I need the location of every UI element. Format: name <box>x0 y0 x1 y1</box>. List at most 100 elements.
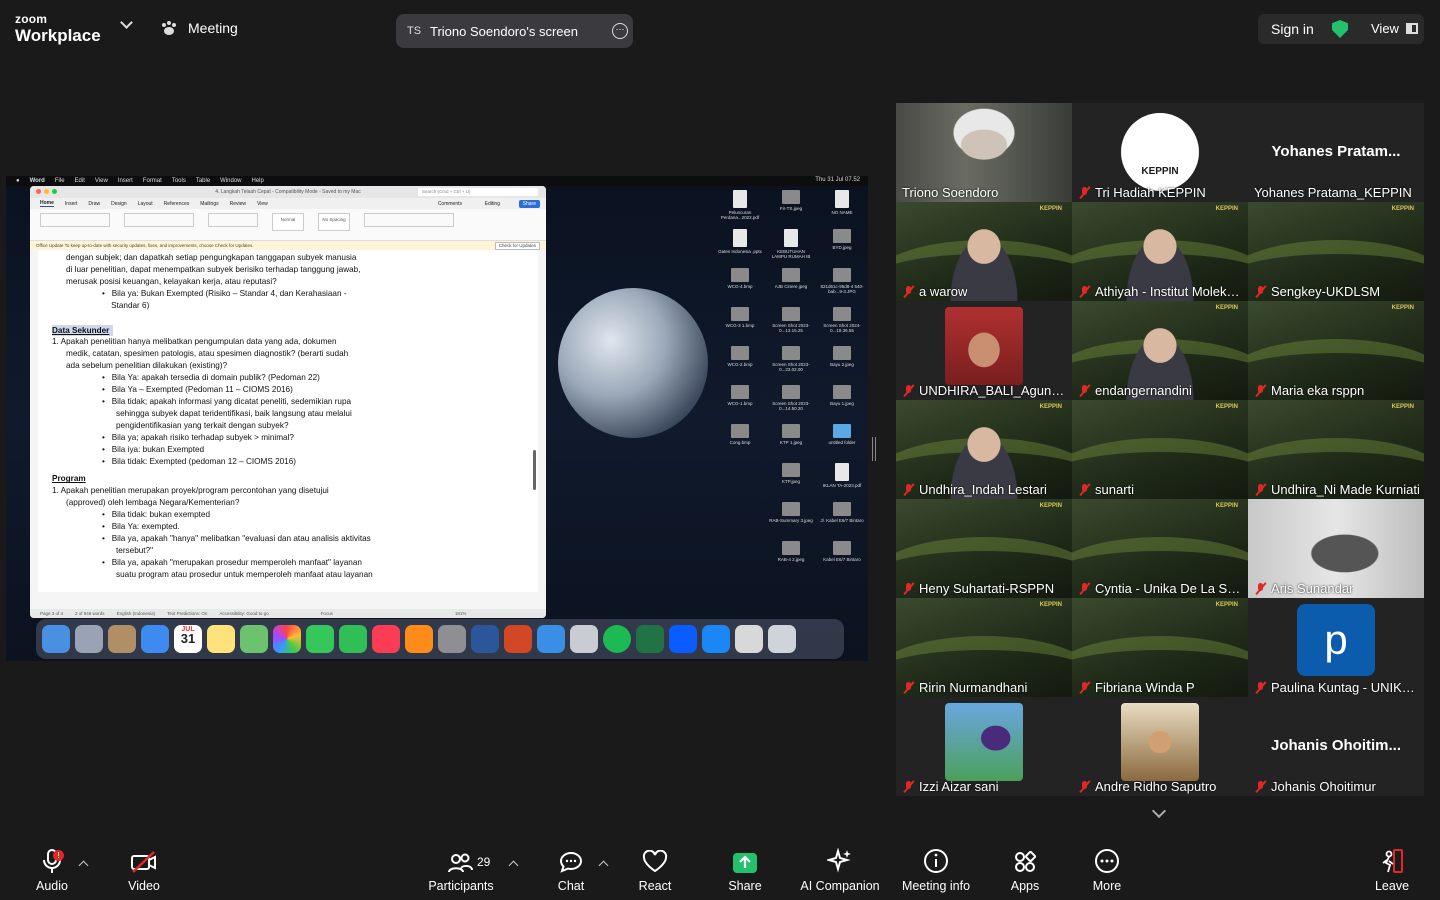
mic-muted-icon <box>902 582 915 595</box>
mac-dock: JUL 31 <box>36 619 844 659</box>
participant-name: Ririn Nurmandhani <box>919 680 1028 695</box>
participant-tile[interactable]: KEPPIN Tri Hadiah KEPPIN <box>1072 103 1248 202</box>
file-icon <box>731 424 749 438</box>
participant-name: Fibriana Winda P <box>1095 680 1195 695</box>
participant-tile[interactable]: KEPPIN endangernandini <box>1072 301 1248 400</box>
chat-button[interactable]: Chat <box>548 842 594 900</box>
participant-tile[interactable]: KEPPIN Fibriana Winda P <box>1072 598 1248 697</box>
participant-nameplate: Heny Suhartati-RSPPN <box>902 581 1068 596</box>
participant-name: Andre Ridho Saputro <box>1095 779 1217 794</box>
participant-nameplate: sunarti <box>1078 482 1244 497</box>
participant-tile[interactable]: p Paulina Kuntag - UNIKA ... <box>1248 598 1424 697</box>
participant-tile[interactable]: KEPPIN Ririn Nurmandhani <box>896 598 1072 697</box>
participant-name: Maria eka rsppn <box>1271 383 1365 398</box>
participant-tile[interactable]: KEPPIN Undhira_Indah Lestari <box>896 400 1072 499</box>
brand-line2: Workplace <box>15 26 101 45</box>
participant-tile[interactable]: KEPPIN Sengkey-UKDLSM <box>1248 202 1424 301</box>
word-tab: Mailings <box>200 200 219 207</box>
audio-button[interactable]: Audio ! <box>28 842 76 900</box>
participant-tile[interactable]: KEPPIN a warow <box>896 202 1072 301</box>
participants-options-caret[interactable] <box>508 860 519 871</box>
audio-options-caret[interactable] <box>78 860 89 871</box>
participant-name: Cyntia - Unika De La Sall... <box>1095 581 1244 596</box>
chat-options-caret[interactable] <box>598 860 609 871</box>
desktop-file: Bayu 2.jpeg <box>820 346 864 367</box>
participant-tile[interactable]: Johanis Ohoitim... Johanis Ohoitimur <box>1248 697 1424 796</box>
participant-tile[interactable]: KEPPIN sunarti <box>1072 400 1248 499</box>
participant-tile[interactable]: Triono Soendoro <box>896 103 1072 202</box>
zoom-workplace-logo[interactable]: zoom Workplace <box>15 13 101 44</box>
screen-share-indicator[interactable]: TS Triono Soendoro's screen ··· <box>396 14 633 48</box>
file-label: RAB-4 2.jpeg <box>777 557 805 562</box>
participant-tile[interactable]: KEPPIN Heny Suhartati-RSPPN <box>896 499 1072 598</box>
mic-muted-icon <box>1078 483 1091 496</box>
participant-tile[interactable]: Yohanes Pratam... Yohanes Pratama_KEPPIN <box>1248 103 1424 202</box>
more-options-icon[interactable]: ··· <box>612 23 628 39</box>
doc-line: merusak posisi keuangan, kelayakan kerja… <box>66 276 277 286</box>
doc-bullet-text: Bila ya; apakah risiko terhadap subyek >… <box>111 432 294 442</box>
file-label: 821d61c-95d8-4 540-bab...9-3.JPG <box>820 284 864 294</box>
meeting-menu[interactable]: Meeting <box>160 20 238 36</box>
react-button[interactable]: React <box>632 842 678 900</box>
participant-tile[interactable]: Andre Ridho Saputro <box>1072 697 1248 796</box>
mac-menubar: ● Word File Edit View Insert Format Tool… <box>6 176 868 186</box>
participant-tile[interactable]: KEPPIN Cyntia - Unika De La Sall... <box>1072 499 1248 598</box>
desktop-file: WCG-3 1.bmp <box>718 307 762 328</box>
participant-nameplate: Fibriana Winda P <box>1078 680 1244 695</box>
photos-icon <box>273 625 301 653</box>
chevron-down-icon[interactable] <box>1151 803 1167 819</box>
doc-line: • Bila iya: bukan Exempted <box>102 444 205 454</box>
desktop-file: Fir-TS.jpeg <box>769 190 813 211</box>
apps-button[interactable]: Apps <box>1002 842 1048 900</box>
leave-button[interactable]: Leave <box>1369 842 1415 900</box>
contacts-icon <box>108 625 136 653</box>
desktop-file: Kabel E6/7 Bintaro <box>820 541 864 562</box>
more-button[interactable]: More <box>1084 842 1130 900</box>
doc-line: (approved) oleh lembaga Negara/Kementeri… <box>66 498 240 508</box>
participant-tile[interactable]: Aris Sunandar <box>1248 499 1424 598</box>
leave-label: Leave <box>1374 879 1410 893</box>
desktop-file: NO NAME <box>820 190 864 215</box>
participant-tile[interactable]: Izzi Aizar sani <box>896 697 1072 796</box>
participant-nameplate: Undhira_Ni Made Kurniati <box>1254 482 1420 497</box>
doc-bullet-text: Bila ya, apakah "merupakan prosedur memp… <box>111 557 362 567</box>
mic-muted-icon <box>1254 483 1267 496</box>
meeting-info-button[interactable]: Meeting info <box>898 842 974 900</box>
participant-nameplate: UNDHIRA_BALI_Agung ... <box>902 383 1068 398</box>
file-icon <box>733 229 747 247</box>
word-tab: Home <box>40 200 54 207</box>
participant-tile[interactable]: KEPPIN Athiyah - Institut Moleku... <box>1072 202 1248 301</box>
participant-nameplate: Yohanes Pratama_KEPPIN <box>1254 185 1420 200</box>
participant-name: Tri Hadiah KEPPIN <box>1095 185 1206 200</box>
file-icon <box>833 541 851 555</box>
participant-tile[interactable]: KEPPIN Undhira_Ni Made Kurniati <box>1248 400 1424 499</box>
word-doc-title: 4. Langkah Telaah Cepat - Compatibility … <box>215 189 361 195</box>
participants-count: 29 <box>477 855 491 869</box>
participant-nameplate: Tri Hadiah KEPPIN <box>1078 185 1244 200</box>
style-normal: Normal <box>272 213 304 231</box>
participant-name: Triono Soendoro <box>902 185 999 200</box>
participant-tile[interactable]: UNDHIRA_BALI_Agung ... <box>896 301 1072 400</box>
minimize-dot <box>44 189 49 194</box>
split-resize-handle[interactable] <box>872 437 876 461</box>
mic-muted-icon <box>1078 384 1091 397</box>
view-layout-icon[interactable] <box>1406 23 1418 34</box>
music-icon <box>372 625 400 653</box>
view-button[interactable]: View <box>1371 21 1399 36</box>
chevron-down-icon[interactable] <box>120 16 133 29</box>
maps-icon <box>240 625 268 653</box>
file-icon <box>782 190 800 204</box>
share-button[interactable]: Share <box>722 842 768 900</box>
word-icon <box>471 625 499 653</box>
ai-companion-button[interactable]: AI Companion <box>798 842 882 900</box>
security-shield-icon[interactable] <box>1332 20 1348 38</box>
file-label: IKLAN TA-2023.pdf <box>822 483 862 488</box>
doc-line: suatu program atau prosedur untuk memper… <box>116 569 373 579</box>
video-button[interactable]: Video <box>118 842 170 900</box>
notes-icon <box>207 625 235 653</box>
participant-tile[interactable]: KEPPIN Maria eka rsppn <box>1248 301 1424 400</box>
mic-muted-icon <box>1254 582 1267 595</box>
participants-button[interactable]: Participants 29 <box>426 842 496 900</box>
app-store-icon <box>702 625 730 653</box>
sign-in-button[interactable]: Sign in <box>1271 21 1314 37</box>
